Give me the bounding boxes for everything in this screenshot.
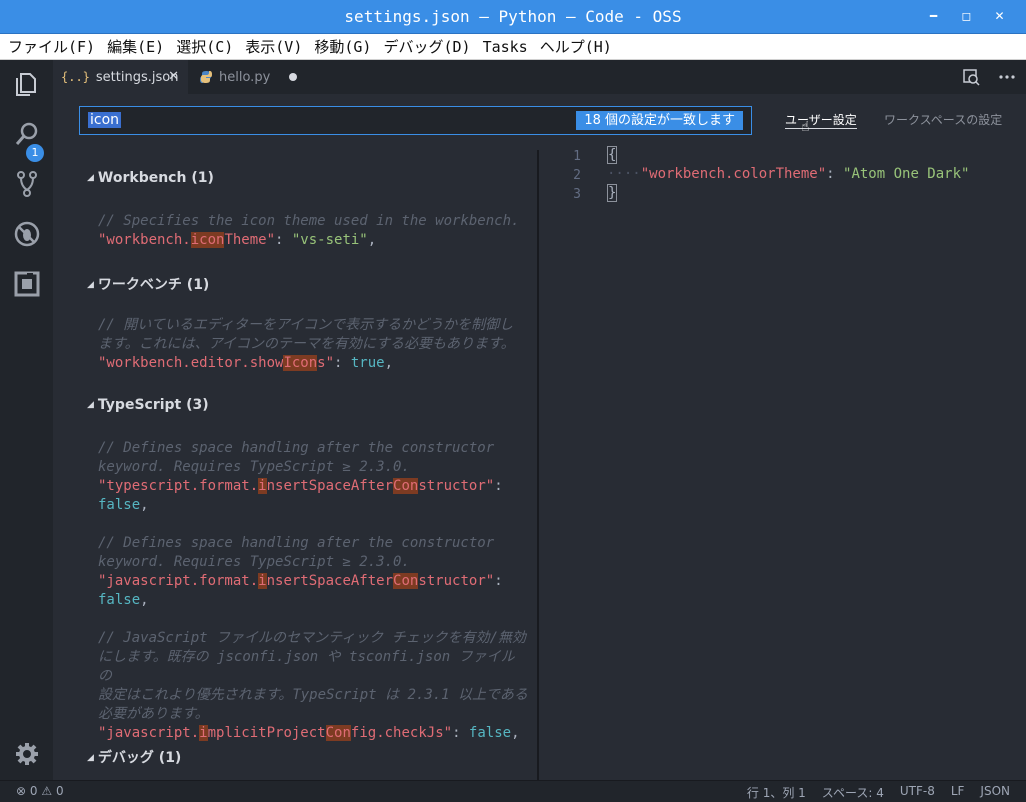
encoding[interactable]: UTF-8 [900,784,935,801]
hand-cursor-icon: ☝ [801,119,810,135]
menu-help[interactable]: ヘルプ(H) [540,36,612,57]
settings-gear-icon[interactable] [13,740,41,768]
activity-bar: 1 [0,60,53,780]
minimize-button[interactable]: ━ [917,9,950,23]
close-window-button[interactable]: ✕ [983,9,1016,23]
close-tab-icon[interactable]: ✕ [168,69,179,84]
section-workbench[interactable]: ◢ Workbench (1) [87,170,214,186]
menu-selection[interactable]: 選択(C) [176,36,233,57]
settings-search-input[interactable]: icon 18 個の設定が一致します [79,106,752,135]
collapse-arrow-icon: ◢ [87,280,94,290]
tab-label: settings.json [95,69,179,85]
menu-tasks[interactable]: Tasks [483,38,528,56]
cursor-position[interactable]: 行 1、列 1 [747,784,806,801]
json-file-icon: {..} [61,70,90,84]
tab-label: hello.py [219,69,271,85]
section-typescript[interactable]: ◢ TypeScript (3) [87,397,209,413]
source-control-icon[interactable] [13,170,41,198]
user-settings-pane[interactable]: 1 2 3 { ····"workbench.colorTheme": "Ato… [539,146,1026,780]
setting-icon-theme[interactable]: // Specifies the icon theme used in the … [98,212,528,250]
status-bar: ⊗ 0 ⚠ 0 行 1、列 1 スペース: 4 UTF-8 LF JSON [0,780,1026,802]
search-query[interactable]: icon [88,112,122,128]
setting-ts-insert-space[interactable]: // Defines space handling after the cons… [98,439,528,515]
workspace-settings-tab[interactable]: ワークスペースの設定 [884,111,1002,128]
tab-hello-py[interactable]: hello.py [189,60,307,94]
setting-js-check[interactable]: // JavaScript ファイルのセマンティック チェックを有効/無効 にし… [98,629,528,743]
explorer-icon[interactable] [13,70,41,98]
menu-file[interactable]: ファイル(F) [8,36,95,57]
settings-editor: icon 18 個の設定が一致します ユーザー設定 ワークスペースの設定 ☝ ◢… [53,94,1026,780]
setting-show-icons[interactable]: // 開いているエディターをアイコンで表示するかどうかを制御し ます。これには、… [98,316,528,373]
line-number: 1 [573,149,581,164]
menu-debug[interactable]: デバッグ(D) [383,36,470,57]
menu-edit[interactable]: 編集(E) [107,36,164,57]
line-number: 3 [573,187,581,202]
menu-bar: ファイル(F) 編集(E) 選択(C) 表示(V) 移動(G) デバッグ(D) … [0,34,1026,60]
more-actions-icon[interactable] [998,68,1016,86]
open-brace: { [607,146,618,164]
open-settings-json-icon[interactable] [962,68,980,86]
user-settings-tab[interactable]: ユーザー設定 [785,111,857,129]
user-setting-value: "Atom One Dark" [843,166,970,182]
collapse-arrow-icon: ◢ [87,173,94,183]
match-count-badge: 18 個の設定が一致します [576,111,743,130]
section-workbench-ja[interactable]: ◢ ワークベンチ (1) [87,274,209,294]
collapse-arrow-icon: ◢ [87,400,94,410]
title-bar: settings.json — Python — Code - OSS ━ ◻ … [0,0,1026,34]
section-debug[interactable]: ◢ デバッグ (1) [87,747,181,767]
default-settings-pane[interactable]: ◢ Workbench (1) // Specifies the icon the… [53,150,537,780]
debug-icon[interactable] [13,220,41,248]
menu-view[interactable]: 表示(V) [245,36,302,57]
unsaved-dot-icon[interactable] [289,73,297,81]
menu-go[interactable]: 移動(G) [314,36,371,57]
python-icon [200,71,212,83]
indentation[interactable]: スペース: 4 [822,784,884,801]
collapse-arrow-icon: ◢ [87,753,94,763]
user-setting-key: "workbench.colorTheme" [640,166,827,182]
warning-icon: ⚠ [41,784,53,798]
extensions-icon[interactable] [13,270,41,298]
line-number: 2 [573,168,581,183]
language-mode[interactable]: JSON [980,784,1010,801]
tab-bar: {..} settings.json ✕ hello.py [53,60,1026,94]
search-icon[interactable] [13,120,41,148]
tab-settings-json[interactable]: {..} settings.json ✕ [53,60,188,94]
problems-indicator[interactable]: ⊗ 0 ⚠ 0 [16,784,64,798]
close-brace: } [607,184,618,202]
end-of-line[interactable]: LF [951,784,965,801]
maximize-button[interactable]: ◻ [950,9,983,23]
setting-js-insert-space[interactable]: // Defines space handling after the cons… [98,534,528,610]
error-icon: ⊗ [16,784,27,798]
window-title: settings.json — Python — Code - OSS [344,7,682,26]
